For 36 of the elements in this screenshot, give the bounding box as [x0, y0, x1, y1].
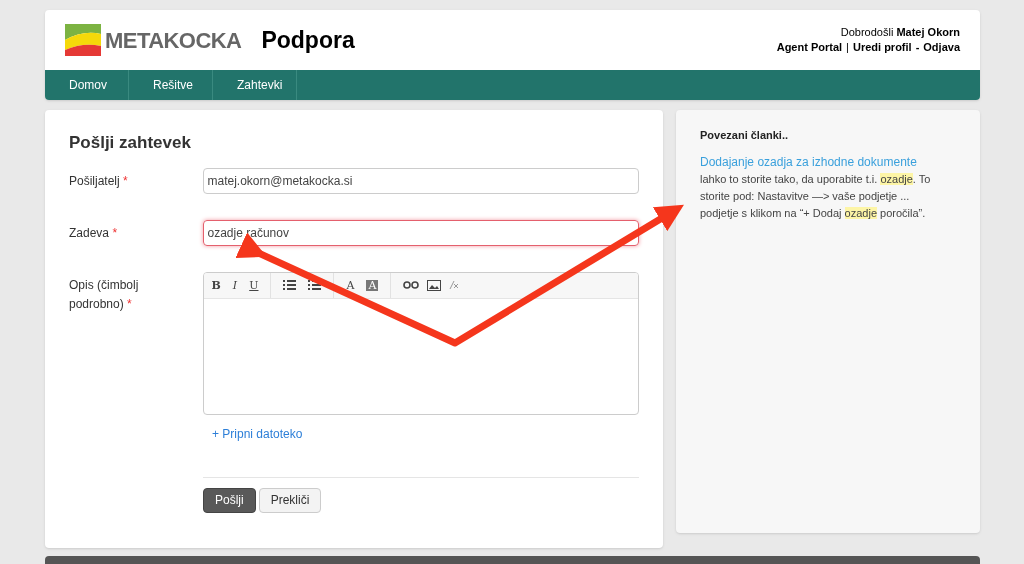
field-label: Zadeva * [69, 224, 119, 242]
logout-link[interactable]: Odjava [923, 40, 960, 55]
logo-icon [65, 24, 101, 56]
clear-format-icon[interactable] [449, 280, 460, 290]
cancel-button[interactable]: Prekliči [258, 487, 322, 513]
nav-item[interactable]: Domov [45, 70, 129, 100]
form-title: Pošlji zahtevek [69, 132, 192, 154]
article-excerpt: storite pod: Nastavitve —> vaše podjetje ... [700, 188, 911, 204]
image-icon[interactable] [427, 279, 442, 291]
toolbar-button[interactable]: B [211, 279, 221, 291]
brand-name: METAKOCKA [105, 26, 242, 55]
nav-item[interactable]: Rešitve [129, 70, 213, 100]
nav-item[interactable]: Zahtevki [213, 70, 297, 100]
separator-text: - [915, 40, 920, 55]
bullet-list-icon[interactable] [283, 280, 297, 290]
article-excerpt: podjetje s klikom na “+ Dodaj ozadje poročila”. [700, 205, 927, 221]
agent-portal-link[interactable]: Agent Portal [776, 40, 843, 55]
text-field[interactable]: ozadje računov [202, 219, 639, 246]
send-button[interactable]: Pošlji [203, 487, 256, 513]
related-title: Povezani članki.. [700, 128, 790, 143]
field-label: Opis (čimbolj podrobno) * [69, 276, 140, 313]
attach-file-link[interactable]: + Pripni datoteko [212, 424, 639, 443]
rich-text-editor[interactable]: B I U A A [202, 271, 639, 415]
field-label: Pošiljatelj * [69, 172, 129, 190]
toolbar-button[interactable]: I [232, 279, 238, 291]
welcome-text: Dobrodošli Matej Okorn [840, 25, 960, 40]
edit-profile-link[interactable]: Uredi profil [852, 40, 912, 55]
page-title: Podpora [261, 25, 355, 55]
text-field[interactable]: matej.okorn@metakocka.si [202, 167, 639, 194]
separator-text: | [846, 40, 849, 55]
link-icon[interactable] [403, 281, 420, 289]
toolbar-button[interactable]: A [366, 279, 379, 291]
toolbar-button[interactable]: A [346, 279, 355, 291]
numbered-list-icon[interactable] [308, 280, 322, 290]
article-excerpt: lahko to storite tako, da uporabite t.i. ozadje. To [700, 171, 932, 187]
toolbar-button[interactable]: U [249, 279, 259, 291]
